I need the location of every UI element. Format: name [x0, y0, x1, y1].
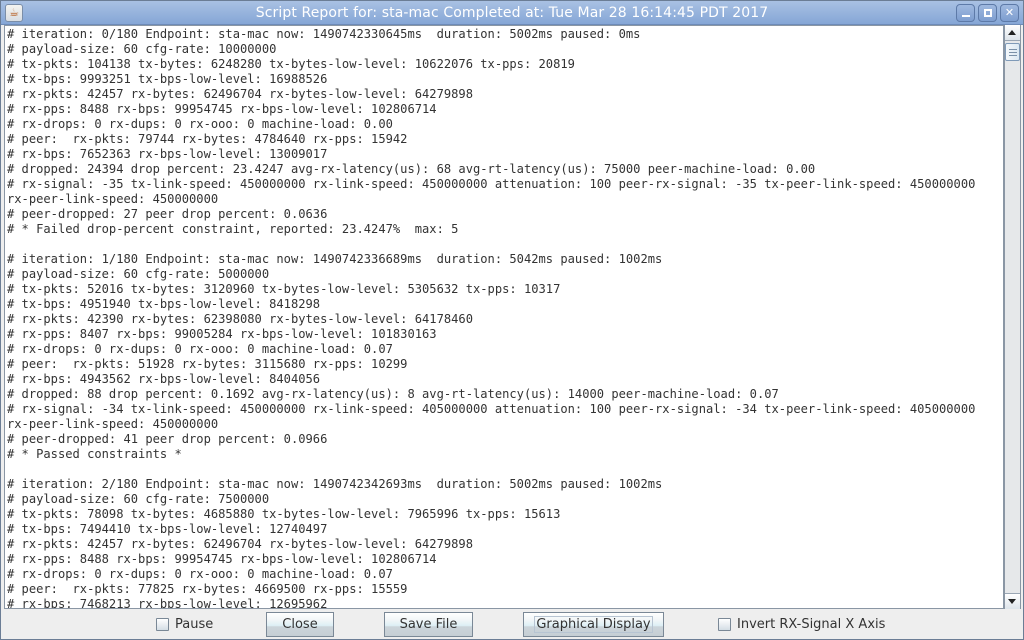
report-line: # iteration: 0/180 Endpoint: sta-mac now… — [7, 27, 641, 41]
button-bar: Pause Close Save File Graphical Display … — [1, 610, 1023, 639]
report-text-area[interactable]: # iteration: 0/180 Endpoint: sta-mac now… — [4, 25, 1004, 609]
pause-label: Pause — [175, 616, 214, 632]
report-line: # peer-dropped: 41 peer drop percent: 0.… — [7, 432, 328, 446]
report-line: # tx-bps: 9993251 tx-bps-low-level: 1698… — [7, 72, 328, 86]
scroll-up-button[interactable] — [1005, 25, 1020, 41]
report-line: # rx-pkts: 42390 rx-bytes: 62398080 rx-b… — [7, 312, 473, 326]
graphical-display-button-label: Graphical Display — [534, 616, 653, 633]
arrow-up-icon — [1008, 30, 1016, 35]
invert-rx-signal-label: Invert RX-Signal X Axis — [737, 616, 886, 632]
grip-line — [1009, 49, 1017, 50]
invert-rx-signal-checkbox[interactable]: Invert RX-Signal X Axis — [718, 615, 885, 633]
report-line: # rx-bps: 4943562 rx-bps-low-level: 8404… — [7, 372, 321, 386]
report-line: # rx-drops: 0 rx-dups: 0 rx-ooo: 0 machi… — [7, 117, 393, 131]
report-line: # payload-size: 60 cfg-rate: 5000000 — [7, 267, 270, 281]
save-file-button-label: Save File — [399, 617, 458, 632]
graphical-display-button[interactable]: Graphical Display — [523, 612, 664, 637]
report-line: # tx-bps: 7494410 tx-bps-low-level: 1274… — [7, 522, 328, 536]
report-line: # rx-signal: -35 tx-link-speed: 45000000… — [7, 177, 976, 191]
report-line: # dropped: 24394 drop percent: 23.4247 a… — [7, 162, 816, 176]
minimize-button[interactable] — [956, 4, 975, 22]
report-line: # rx-bps: 7652363 rx-bps-low-level: 1300… — [7, 147, 328, 161]
close-window-button[interactable]: ✕ — [1000, 4, 1019, 22]
report-line: # tx-pkts: 78098 tx-bytes: 4685880 tx-by… — [7, 507, 561, 521]
close-button[interactable]: Close — [266, 612, 334, 637]
report-line: # rx-pkts: 42457 rx-bytes: 62496704 rx-b… — [7, 537, 473, 551]
scroll-down-button[interactable] — [1005, 593, 1020, 609]
report-line: # iteration: 2/180 Endpoint: sta-mac now… — [7, 477, 663, 491]
report-line: # payload-size: 60 cfg-rate: 10000000 — [7, 42, 277, 56]
report-line: # rx-drops: 0 rx-dups: 0 rx-ooo: 0 machi… — [7, 567, 393, 581]
report-line — [7, 237, 975, 252]
report-line: # rx-signal: -34 tx-link-speed: 45000000… — [7, 402, 976, 416]
report-line: # rx-pkts: 42457 rx-bytes: 62496704 rx-b… — [7, 87, 473, 101]
report-line: # peer-dropped: 27 peer drop percent: 0.… — [7, 207, 328, 221]
report-lines: # iteration: 0/180 Endpoint: sta-mac now… — [7, 27, 976, 609]
grip-line — [1009, 52, 1017, 53]
report-line: # rx-bps: 7468213 rx-bps-low-level: 1269… — [7, 597, 328, 609]
report-line: # tx-pkts: 104138 tx-bytes: 6248280 tx-b… — [7, 57, 575, 71]
report-line: # * Passed constraints * — [7, 447, 182, 461]
report-line: # tx-bps: 4951940 tx-bps-low-level: 8418… — [7, 297, 321, 311]
report-line: # rx-drops: 0 rx-dups: 0 rx-ooo: 0 machi… — [7, 342, 393, 356]
script-report-window: ☕ Script Report for: sta-mac Completed a… — [0, 0, 1024, 640]
report-line — [7, 462, 975, 477]
report-line: # dropped: 88 drop percent: 0.1692 avg-r… — [7, 387, 779, 401]
report-line: rx-peer-link-speed: 450000000 — [7, 417, 219, 431]
close-icon: ✕ — [1004, 6, 1015, 19]
maximize-icon — [984, 9, 992, 17]
report-line: rx-peer-link-speed: 450000000 — [7, 192, 219, 206]
scroll-thumb[interactable] — [1005, 43, 1020, 61]
report-line: # payload-size: 60 cfg-rate: 7500000 — [7, 492, 270, 506]
report-line: # tx-pkts: 52016 tx-bytes: 3120960 tx-by… — [7, 282, 561, 296]
report-line: # peer: rx-pkts: 79744 rx-bytes: 4784640… — [7, 132, 408, 146]
report-line: # rx-pps: 8488 rx-bps: 99954745 rx-bps-l… — [7, 102, 437, 116]
minimize-icon — [962, 15, 970, 17]
close-button-label: Close — [282, 617, 318, 632]
pause-checkbox[interactable]: Pause — [156, 615, 213, 633]
report-line: # * Failed drop-percent constraint, repo… — [7, 222, 459, 236]
maximize-button[interactable] — [978, 4, 997, 22]
arrow-down-icon — [1008, 599, 1016, 604]
report-line: # peer: rx-pkts: 77825 rx-bytes: 4669500… — [7, 582, 408, 596]
title-bar[interactable]: ☕ Script Report for: sta-mac Completed a… — [1, 1, 1023, 25]
grip-line — [1009, 55, 1017, 56]
window-title: Script Report for: sta-mac Completed at:… — [255, 5, 769, 21]
invert-rx-signal-checkbox-box[interactable] — [718, 617, 731, 631]
vertical-scrollbar[interactable] — [1004, 25, 1021, 609]
report-line: # rx-pps: 8407 rx-bps: 99005284 rx-bps-l… — [7, 327, 437, 341]
save-file-button[interactable]: Save File — [384, 612, 473, 637]
report-line: # iteration: 1/180 Endpoint: sta-mac now… — [7, 252, 663, 266]
pause-checkbox-box[interactable] — [156, 617, 169, 631]
report-line: # rx-pps: 8488 rx-bps: 99954745 rx-bps-l… — [7, 552, 437, 566]
report-line: # peer: rx-pkts: 51928 rx-bytes: 3115680… — [7, 357, 408, 371]
